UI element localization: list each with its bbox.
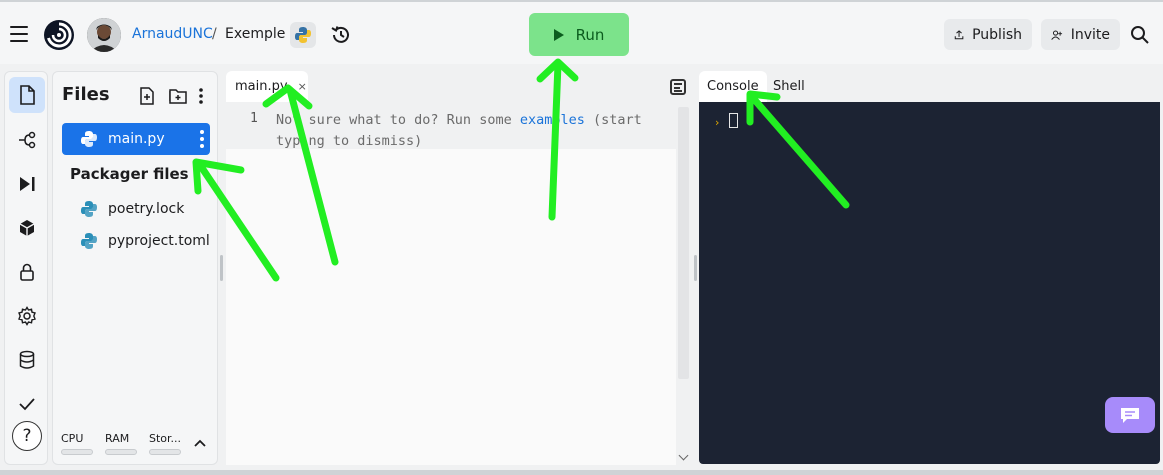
ram-meter: RAM (105, 432, 137, 455)
files-menu-icon[interactable] (191, 86, 211, 106)
tab-shell[interactable]: Shell (765, 71, 813, 102)
hint-text-start: Not sure what to do? Run some (276, 112, 520, 128)
sidebar-item-debugger[interactable] (9, 166, 45, 202)
packager-files-heading: Packager files (70, 165, 189, 183)
chat-button[interactable] (1105, 397, 1155, 433)
help-button[interactable]: ? (12, 421, 42, 451)
storage-bar (149, 449, 181, 455)
top-bar: ArnaudUNC / Exemple Run Publish Invite (0, 0, 1163, 64)
invite-button[interactable]: Invite (1041, 19, 1120, 50)
cpu-bar (61, 449, 93, 455)
python-file-icon (81, 201, 97, 217)
check-icon (19, 398, 35, 411)
add-user-icon (1051, 29, 1063, 40)
sidebar-item-settings[interactable] (9, 298, 45, 334)
sidebar-item-secrets[interactable] (9, 254, 45, 290)
git-icon (19, 131, 36, 149)
new-folder-icon[interactable] (168, 86, 188, 106)
database-icon (19, 350, 35, 369)
chat-icon (1121, 408, 1139, 423)
run-button-label: Run (575, 25, 605, 44)
file-item-label: poetry.lock (108, 201, 185, 217)
tool-rail: ? (4, 71, 48, 465)
editor-layout-icon[interactable] (670, 79, 686, 95)
ram-bar (105, 449, 137, 455)
editor-scrollbar[interactable] (676, 103, 691, 465)
storage-meter: Stor... (149, 432, 181, 455)
file-item-poetry-lock[interactable]: poetry.lock (62, 193, 210, 225)
file-item-label: pyproject.toml (108, 233, 210, 249)
files-panel-title: Files (62, 84, 110, 105)
file-item-main-py[interactable]: main.py (62, 123, 210, 155)
line-number: 1 (250, 111, 258, 126)
tab-main-py[interactable]: main.py × (226, 71, 308, 102)
publish-button[interactable]: Publish (944, 19, 1032, 50)
run-button[interactable]: Run (529, 13, 629, 56)
files-panel: Files main.py Packager files poetry.lock… (52, 71, 218, 465)
file-options-icon[interactable] (200, 130, 204, 148)
python-file-icon (81, 233, 97, 249)
publish-label: Publish (972, 26, 1022, 43)
play-icon (553, 28, 564, 41)
new-file-icon[interactable] (137, 86, 157, 106)
storage-label: Stor... (149, 432, 182, 445)
sidebar-item-git[interactable] (9, 122, 45, 158)
user-avatar[interactable] (87, 18, 121, 52)
cpu-meter: CPU (61, 432, 93, 455)
file-item-label: main.py (108, 131, 165, 147)
breadcrumb-repl-name[interactable]: Exemple (225, 26, 285, 42)
upload-icon (954, 29, 964, 39)
editor-placeholder-hint: Not sure what to do? Run some examples (… (276, 110, 666, 152)
replit-logo[interactable] (42, 18, 76, 52)
resource-usage[interactable]: CPU RAM Stor... (53, 432, 217, 464)
python-file-icon (81, 131, 97, 147)
sidebar-item-files[interactable] (9, 77, 45, 113)
scrollbar-thumb[interactable] (678, 107, 689, 379)
bottom-border (0, 470, 1163, 475)
examples-link[interactable]: examples (520, 112, 585, 128)
console-prompt: › (715, 116, 720, 129)
invite-label: Invite (1070, 26, 1110, 43)
cube-icon (19, 220, 35, 236)
editor-tab-bar: main.py × (222, 71, 690, 103)
hamburger-icon[interactable] (6, 22, 32, 46)
file-icon (20, 85, 35, 105)
sidebar-item-packages[interactable] (9, 210, 45, 246)
panel-resize-handle[interactable] (694, 255, 697, 281)
code-editor[interactable]: 1 Not sure what to do? Run some examples… (226, 103, 691, 465)
close-icon[interactable]: × (298, 80, 307, 93)
breadcrumb-separator: / (212, 26, 217, 42)
cpu-label: CPU (61, 432, 84, 445)
tab-console[interactable]: Console (699, 71, 767, 102)
gear-icon (18, 306, 36, 326)
sidebar-item-unit-tests[interactable] (9, 386, 45, 422)
console-tab-bar: Console Shell (699, 71, 1159, 102)
console-cursor (729, 113, 738, 128)
chevron-up-icon[interactable] (193, 436, 209, 452)
sidebar-item-database[interactable] (9, 342, 45, 378)
file-item-pyproject-toml[interactable]: pyproject.toml (62, 225, 210, 257)
search-icon[interactable] (1127, 22, 1153, 48)
tab-label: main.py (235, 79, 288, 94)
step-forward-icon (20, 177, 35, 191)
panel-resize-handle[interactable] (220, 255, 223, 281)
history-icon[interactable] (328, 22, 354, 48)
lock-icon (20, 263, 34, 281)
console-output[interactable]: › (699, 102, 1160, 464)
chevron-down-icon[interactable] (678, 450, 689, 461)
python-icon[interactable] (290, 22, 316, 48)
breadcrumb-username[interactable]: ArnaudUNC (132, 26, 213, 42)
ram-label: RAM (105, 432, 130, 445)
